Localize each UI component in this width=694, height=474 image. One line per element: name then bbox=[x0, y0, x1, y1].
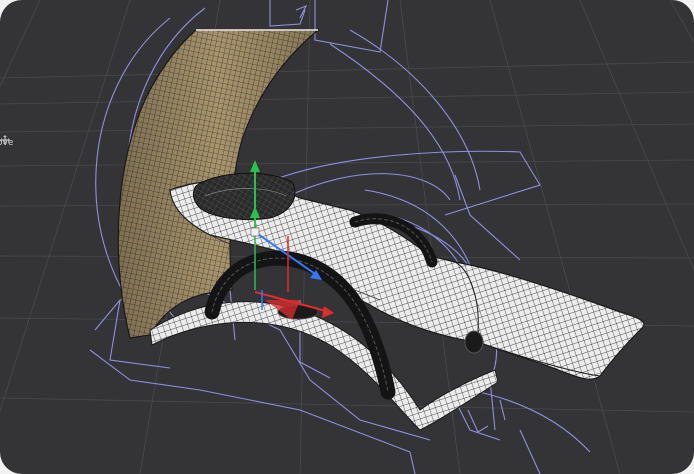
move-arrows-icon bbox=[0, 135, 29, 148]
headrest-mesh bbox=[192, 172, 296, 221]
scene-canvas[interactable] bbox=[0, 0, 694, 474]
move-tool-label[interactable]: ove bbox=[0, 135, 33, 151]
3d-viewport[interactable]: ove bbox=[0, 0, 694, 474]
